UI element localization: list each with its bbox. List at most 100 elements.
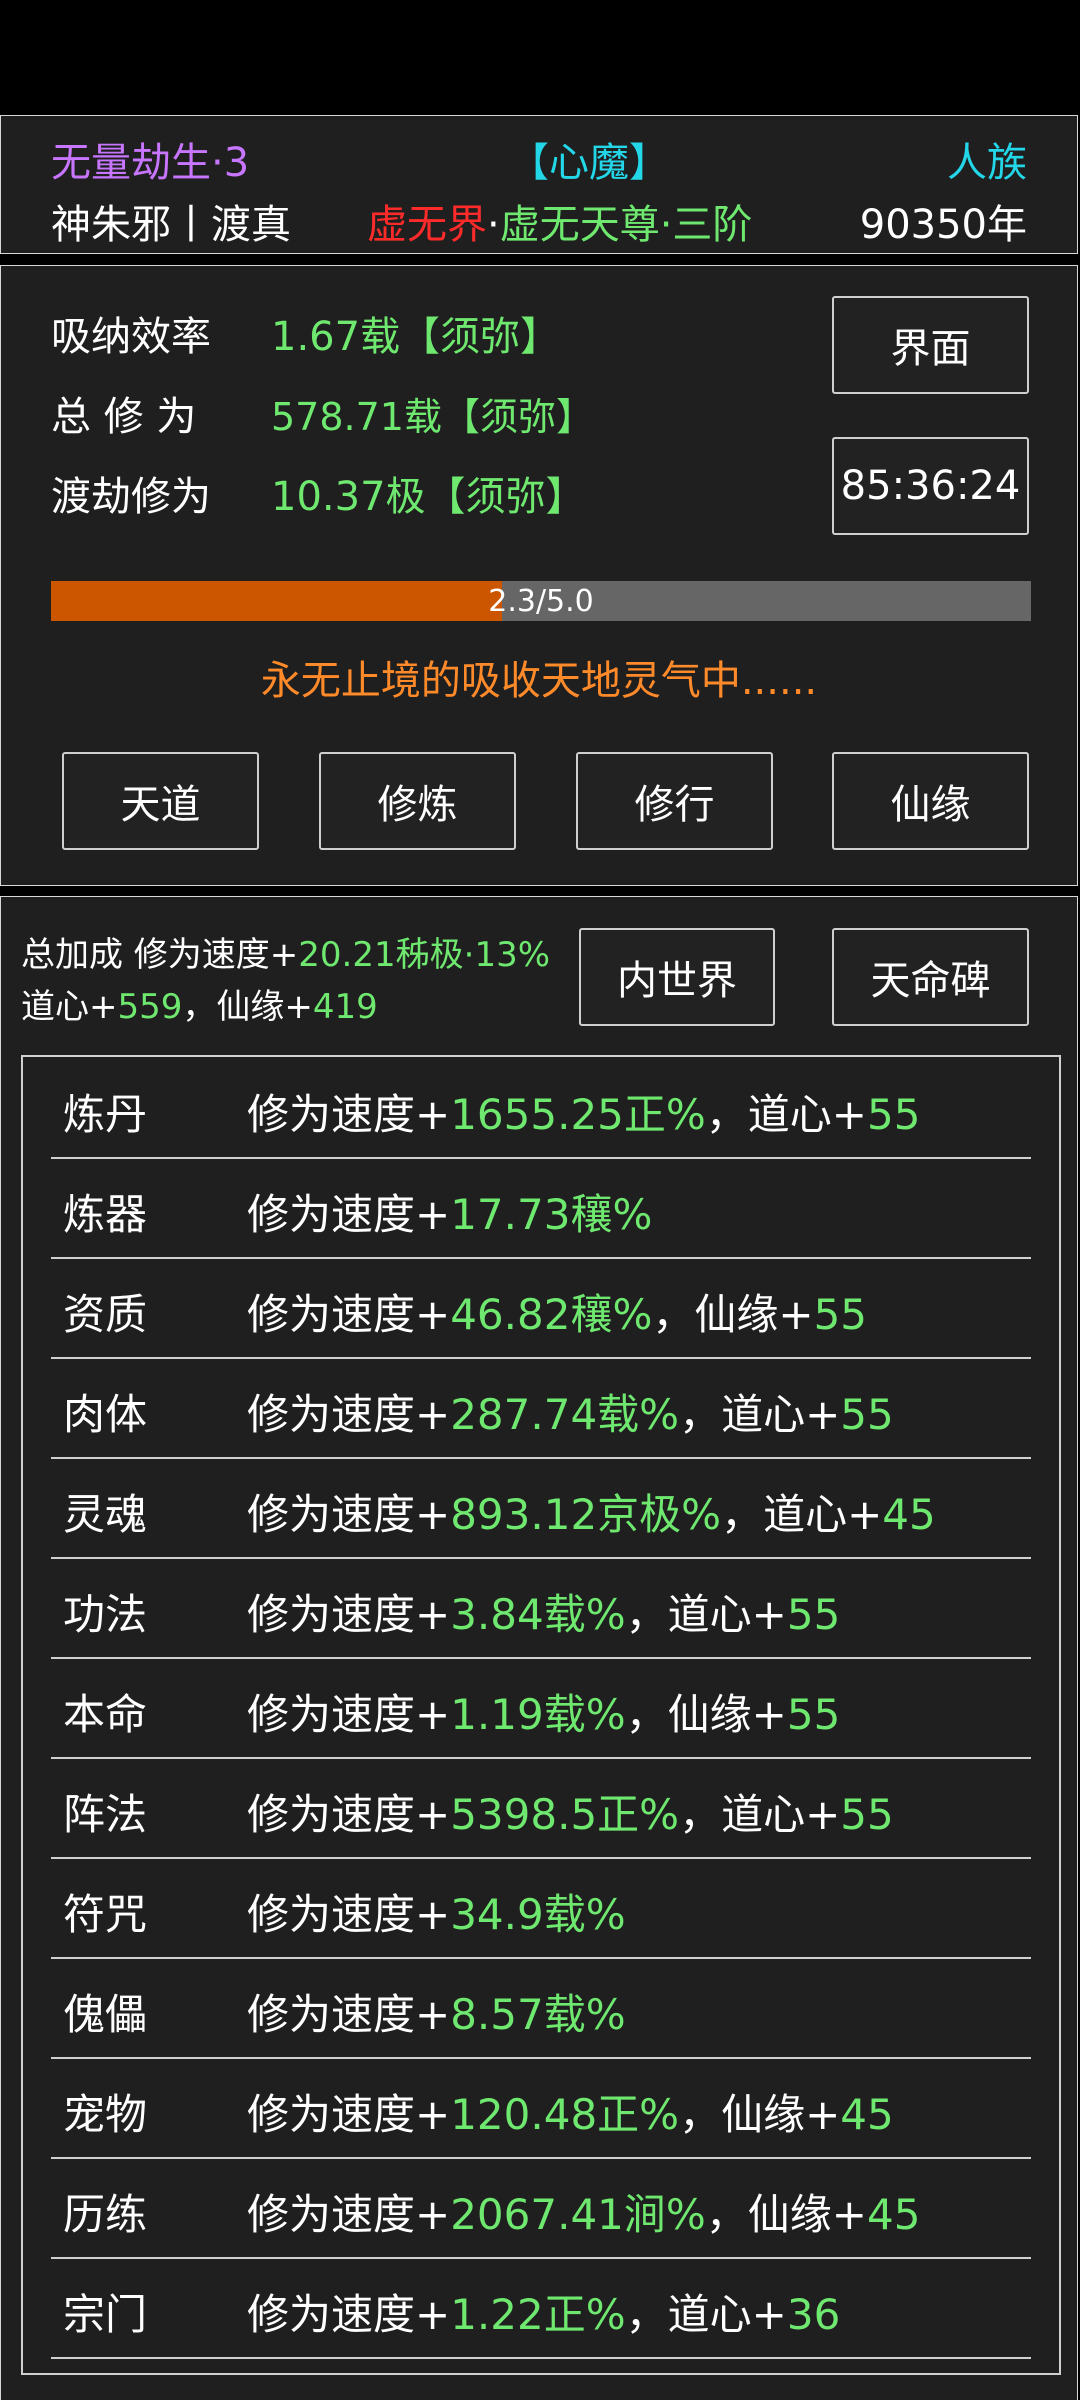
bonus-row-extra-label: ，道心+ [625,1590,787,1639]
bonus-row-prefix: 修为速度+ [247,1990,451,2039]
bonus-row-extra-label: ，道心+ [679,1390,841,1439]
bonus-row-name: 功法 [63,1590,148,1639]
bonus-row-extra-value: 45 [840,2090,894,2139]
bonus-row-extra-value: 45 [882,1490,936,1539]
bonus-row-prefix: 修为速度+ [247,2090,451,2139]
bonus-row-desc: 修为速度+1.19载%，仙缘+55 [247,1681,840,1742]
inner-world-button[interactable]: 内世界 [579,928,775,1026]
cultivation-progress-bar: 2.3/5.0 [51,581,1031,621]
destiny-stele-button[interactable]: 天命碑 [832,928,1029,1026]
bonus-row: 阵法 修为速度+5398.5正%，道心+55 [51,1757,1031,1859]
bonus-row-value: 893.12京极% [450,1490,722,1539]
bonus-row-value: 287.74载% [450,1390,680,1439]
absorb-rate-label: 吸纳效率 [51,314,211,360]
bonus-row-name: 历练 [63,2190,148,2239]
bonus-row-name: 宗门 [63,2290,148,2339]
bonus-row-desc: 修为速度+1.22正%，道心+36 [247,2281,840,2342]
bonus-row-extra-label: ，道心+ [679,1790,841,1839]
character-name: 神朱邪丨渡真 [51,202,291,248]
tribulation-value: 10.37极【须弥】 [271,474,586,520]
bonus-daoxin-line: 道心+559，仙缘+419 [21,979,378,1028]
fate-button[interactable]: 仙缘 [832,752,1029,850]
bonus-row-extra-value: 55 [840,1790,894,1839]
cultivation-panel: 吸纳效率 1.67载【须弥】 总 修 为 578.71载【须弥】 渡劫修为 10… [0,265,1078,886]
bonus-row-name: 阵法 [63,1790,148,1839]
bonus-summary-value: 20.21秭极·13% [298,935,551,975]
bonus-row-extra-label: ，道心+ [721,1490,883,1539]
bonus-row-extra-value: 55 [867,1090,921,1139]
bonus-row-desc: 修为速度+17.73穰% [247,1181,652,1242]
bonus-row-desc: 修为速度+1655.25正%，道心+55 [247,1081,920,1142]
bonus-row-name: 符咒 [63,1890,148,1939]
bonus-row-extra-label: ，仙缘+ [705,2190,867,2239]
bonus-row-desc: 修为速度+120.48正%，仙缘+45 [247,2081,894,2142]
tribulation-label: 渡劫修为 [51,474,211,520]
bonus-row: 宠物 修为速度+120.48正%，仙缘+45 [51,2057,1031,2159]
realm-world: 虚无界 [367,202,487,248]
bonus-row-name: 炼器 [63,1190,148,1239]
bonus-summary-label: 总加成 修为速度+ [21,935,299,975]
practice-button[interactable]: 修行 [576,752,773,850]
bonus-row-desc: 修为速度+3.84载%，道心+55 [247,1581,840,1642]
bonus-row-prefix: 修为速度+ [247,2290,451,2339]
bonus-row-prefix: 修为速度+ [247,1690,451,1739]
bonus-row-value: 34.9载% [450,1890,626,1939]
daoxin-label: 道心+ [21,987,118,1027]
bonus-row-desc: 修为速度+46.82穰%，仙缘+55 [247,1281,867,1342]
bonus-row: 符咒 修为速度+34.9载% [51,1857,1031,1959]
bonus-row-value: 5398.5正% [450,1790,680,1839]
interface-button[interactable]: 界面 [832,296,1029,394]
bonus-row: 傀儡 修为速度+8.57载% [51,1957,1031,2059]
bonus-row: 炼器 修为速度+17.73穰% [51,1157,1031,1259]
bonus-row-desc: 修为速度+893.12京极%，道心+45 [247,1481,936,1542]
character-header: 无量劫生·3 【心魔】 人族 神朱邪丨渡真 虚无界·虚无天尊·三阶 90350年 [0,115,1078,254]
bonus-row-value: 17.73穰% [450,1190,653,1239]
bonus-row-prefix: 修为速度+ [247,1390,451,1439]
bonus-summary-line: 总加成 修为速度+20.21秭极·13% [21,927,550,976]
bonus-row-prefix: 修为速度+ [247,1590,451,1639]
total-cultivation-label: 总 修 为 [51,394,197,440]
realm-rank: 虚无天尊·三阶 [499,202,753,248]
bonus-row: 本命 修为速度+1.19载%，仙缘+55 [51,1657,1031,1759]
daoxin-value: 559 [117,987,183,1027]
cultivate-button[interactable]: 修炼 [319,752,516,850]
realm-line: 虚无界·虚无天尊·三阶 [367,192,752,250]
progress-text: 2.3/5.0 [488,583,594,619]
bonus-row-prefix: 修为速度+ [247,1290,451,1339]
bonus-row-value: 120.48正% [450,2090,680,2139]
bonus-row-desc: 修为速度+34.9载% [247,1881,626,1942]
bonus-row-value: 2067.41涧% [450,2190,706,2239]
kalpa-title: 无量劫生·3 [51,140,250,186]
bonus-row-value: 3.84载% [450,1590,626,1639]
bonus-row-extra-label: ，道心+ [705,1090,867,1139]
bonus-row-extra-value: 55 [786,1590,841,1639]
tiandao-button[interactable]: 天道 [62,752,259,850]
bonus-row-name: 灵魂 [63,1490,148,1539]
bonus-row-prefix: 修为速度+ [247,1490,451,1539]
bonus-row: 炼丹 修为速度+1655.25正%，道心+55 [51,1057,1031,1159]
total-cultivation-value: 578.71载【须弥】 [271,395,594,439]
bonus-row-prefix: 修为速度+ [247,1890,451,1939]
status-message: 永无止境的吸收天地灵气中...... [260,658,818,704]
bonus-panel: 总加成 修为速度+20.21秭极·13% 道心+559，仙缘+419 内世界 天… [0,896,1078,2400]
bonus-row-extra-value: 45 [867,2190,921,2239]
bonus-row-extra-label: ，仙缘+ [625,1690,787,1739]
countdown-timer: 85:36:24 [832,437,1029,535]
bonus-row-prefix: 修为速度+ [247,1790,451,1839]
bonus-row-name: 傀儡 [63,1990,148,2039]
bonus-list: 炼丹 修为速度+1655.25正%，道心+55 炼器 修为速度+17.73穰% 资质 修为… [21,1055,1061,2375]
xianyuan-value: 419 [312,987,378,1027]
bonus-row-value: 1.19载% [450,1690,626,1739]
bonus-row-name: 肉体 [63,1390,148,1439]
race-label: 人族 [947,140,1027,186]
bonus-row-value: 1655.25正% [450,1090,706,1139]
bonus-row-prefix: 修为速度+ [247,1090,451,1139]
bonus-row-extra-value: 55 [840,1390,894,1439]
bonus-row-extra-label: ，仙缘+ [679,2090,841,2139]
bonus-row-desc: 修为速度+287.74载%，道心+55 [247,1381,894,1442]
bonus-row-extra-value: 36 [786,2290,841,2339]
bonus-row-desc: 修为速度+5398.5正%，道心+55 [247,1781,894,1842]
bonus-row: 灵魂 修为速度+893.12京极%，道心+45 [51,1457,1031,1559]
bonus-row: 资质 修为速度+46.82穰%，仙缘+55 [51,1257,1031,1359]
bonus-row-name: 本命 [63,1690,148,1739]
